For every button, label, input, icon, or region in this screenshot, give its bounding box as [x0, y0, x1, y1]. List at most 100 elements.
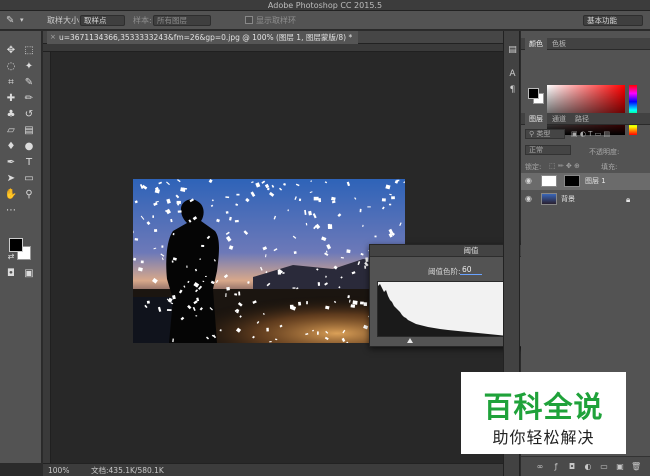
threshold-speckle [391, 196, 395, 200]
layer-filter-icons[interactable]: ▣ ◐ T ▭ ▤ [571, 130, 610, 138]
threshold-speckle [289, 304, 294, 309]
watermark-subtitle: 助你轻松解决 [492, 428, 595, 447]
layer-filter-value: 类型 [536, 130, 551, 138]
threshold-speckle [236, 193, 240, 196]
trash-icon[interactable]: 🗑︎ [631, 462, 641, 472]
new-layer-icon[interactable]: ▣ [615, 462, 625, 472]
threshold-speckle [318, 198, 322, 203]
path-selection-tool-icon[interactable]: ➤ [4, 172, 18, 186]
layer-row-layer-1[interactable]: ◉ 图层 1 [521, 173, 650, 190]
link-layers-icon[interactable]: ∞ [535, 462, 545, 472]
threshold-speckle [306, 301, 308, 305]
close-icon[interactable]: × [50, 31, 56, 44]
crop-tool-icon[interactable]: ⌗ [4, 76, 18, 90]
threshold-slider-handle[interactable] [407, 338, 414, 343]
screen-mode-icon[interactable]: ▣ [22, 267, 36, 281]
document-tab[interactable]: × u=3671134366,3533333243&fm=26&gp=0.jpg… [47, 31, 359, 44]
tab-paths[interactable]: 路径 [571, 113, 593, 125]
sample-size-select[interactable]: 取样点 [80, 15, 125, 26]
threshold-speckle [388, 203, 392, 206]
threshold-histogram [377, 281, 518, 337]
lock-icons[interactable]: ⬚ ✏ ✥ ⊕ [549, 162, 580, 170]
quick-mask-icon[interactable]: ◘ [4, 267, 18, 281]
blend-mode-select[interactable]: 正常 [525, 145, 571, 155]
panel-foreground-swatch[interactable] [528, 88, 539, 99]
add-mask-icon[interactable]: ◘ [567, 462, 577, 472]
gradient-tool-icon[interactable]: ▤ [22, 124, 36, 138]
eraser-tool-icon[interactable]: ▱ [4, 124, 18, 138]
threshold-speckle [161, 245, 164, 248]
character-panel-icon[interactable]: A [507, 69, 518, 80]
pen-tool-icon[interactable]: ✒ [4, 156, 18, 170]
workspace-select[interactable]: 基本功能 [583, 15, 643, 26]
tab-color[interactable]: 颜色 [525, 38, 547, 50]
foreground-color-swatch[interactable] [9, 238, 23, 252]
zoom-level[interactable]: 100% [48, 464, 69, 476]
threshold-speckle [171, 260, 174, 263]
layer-row-background[interactable]: ◉ 背景 🔒︎ [521, 191, 650, 208]
threshold-speckle [205, 275, 207, 278]
eyedropper-tool-icon[interactable]: ✎ [6, 11, 14, 30]
show-sampling-ring-checkbox[interactable] [245, 16, 253, 24]
layer-name: 图层 1 [585, 177, 606, 185]
history-panel-icon[interactable]: ▤ [507, 45, 518, 56]
layer-name: 背景 [561, 195, 575, 203]
color-picker-field[interactable] [547, 85, 625, 135]
opacity-label: 不透明度: [589, 148, 620, 156]
zoom-tool-icon[interactable]: ⚲ [22, 188, 36, 202]
options-bar: ✎ ▾ 取样大小: 取样点 样本: 所有图层 显示取样环 基本功能 [0, 11, 650, 30]
threshold-speckle [363, 302, 368, 307]
threshold-speckle [346, 249, 351, 254]
hand-tool-icon[interactable]: ✋ [4, 188, 18, 202]
watermark-logo: 百科全说 助你轻松解决 [461, 372, 626, 454]
threshold-speckle [267, 187, 270, 191]
hue-slider[interactable] [629, 85, 637, 135]
more-tools-icon[interactable]: ⋯ [4, 204, 18, 218]
swap-colors-icon[interactable]: ⇄ [4, 250, 18, 264]
tab-swatches[interactable]: 色板 [548, 38, 570, 50]
history-brush-tool-icon[interactable]: ↺ [22, 108, 36, 122]
threshold-speckle [134, 237, 139, 241]
marquee-tool-icon[interactable]: ⬚ [22, 44, 36, 58]
eyedropper-tool-icon[interactable]: ✎ [22, 76, 36, 90]
threshold-speckle [298, 301, 302, 306]
threshold-level-input[interactable]: 60 [460, 265, 482, 275]
adjustment-layer-icon[interactable]: ◐ [583, 462, 593, 472]
type-tool-icon[interactable]: T [22, 156, 36, 170]
sample-select[interactable]: 所有图层 [153, 15, 211, 26]
threshold-speckle [172, 233, 175, 236]
tab-channels[interactable]: 通道 [548, 113, 570, 125]
magic-wand-tool-icon[interactable]: ✦ [22, 60, 36, 74]
document-size: 文档:435.1K/580.1K [91, 466, 164, 475]
new-group-icon[interactable]: ▭ [599, 462, 609, 472]
eye-icon[interactable]: ◉ [525, 194, 532, 203]
tools-panel: ✥ ⬚ ◌ ✦ ⌗ ✎ ✚ ✏ ♣ ↺ ▱ ▤ ♦ ● ✒ T ➤ ▭ ✋ ⚲ … [0, 31, 42, 463]
threshold-speckle [146, 300, 150, 304]
lasso-tool-icon[interactable]: ◌ [4, 60, 18, 74]
document-image[interactable] [133, 179, 405, 343]
dodge-tool-icon[interactable]: ● [22, 140, 36, 154]
clone-stamp-tool-icon[interactable]: ♣ [4, 108, 18, 122]
threshold-speckle [292, 287, 296, 289]
threshold-speckle [152, 215, 154, 218]
horizontal-ruler [43, 44, 503, 52]
tool-preset-chevron-down-icon[interactable]: ▾ [20, 11, 24, 30]
threshold-speckle [313, 196, 319, 201]
threshold-speckle [226, 286, 230, 291]
move-tool-icon[interactable]: ✥ [4, 44, 18, 58]
show-sampling-ring-label: 显示取样环 [256, 16, 296, 25]
threshold-speckle [327, 223, 331, 229]
blur-tool-icon[interactable]: ♦ [4, 140, 18, 154]
threshold-speckle [195, 315, 198, 317]
tab-layers[interactable]: 图层 [525, 113, 547, 125]
layer-mask-thumbnail[interactable] [564, 175, 580, 187]
eye-icon[interactable]: ◉ [525, 176, 532, 185]
layer-filter-select[interactable]: ⚲ 类型 [525, 129, 565, 139]
healing-brush-tool-icon[interactable]: ✚ [4, 92, 18, 106]
sample-size-label: 取样大小: [47, 16, 82, 25]
title-bar: Adobe Photoshop CC 2015.5 [0, 0, 650, 11]
brush-tool-icon[interactable]: ✏ [22, 92, 36, 106]
paragraph-panel-icon[interactable]: ¶ [507, 85, 518, 96]
shape-tool-icon[interactable]: ▭ [22, 172, 36, 186]
layer-style-icon[interactable]: ƒ [551, 462, 561, 472]
